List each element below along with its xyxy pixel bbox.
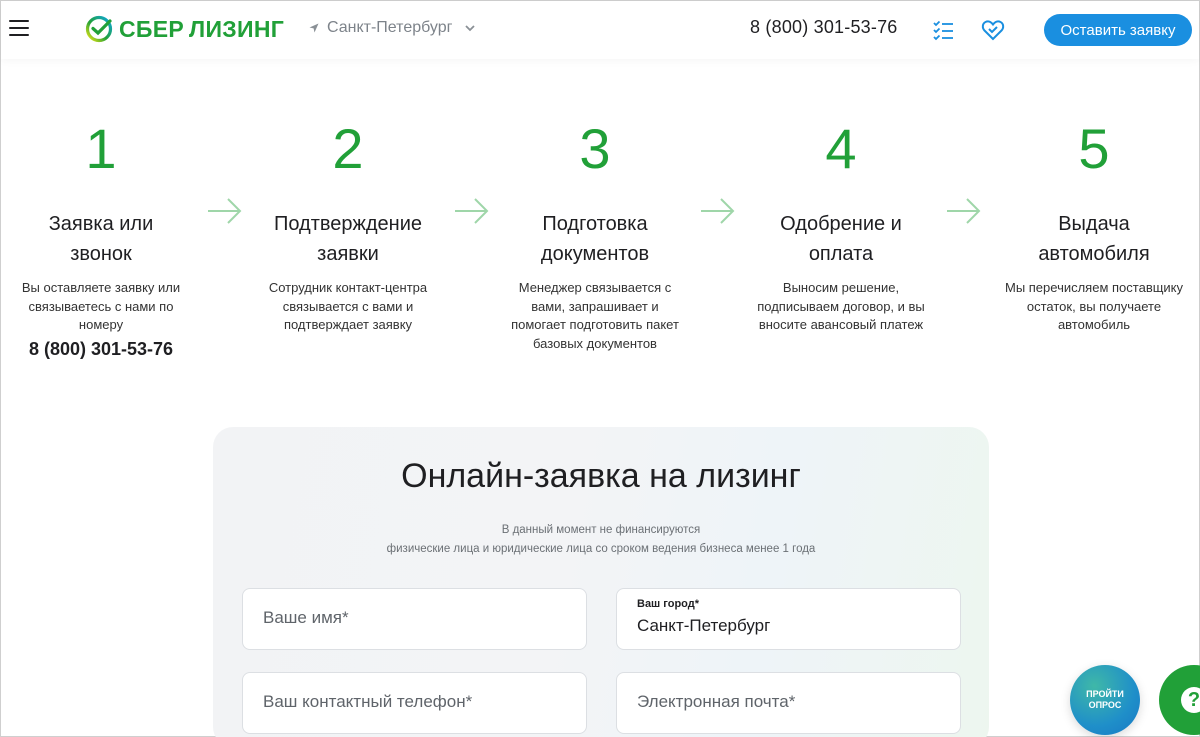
step-1: 1 Заявка или звонок Вы оставляете заявку … <box>1 59 201 360</box>
phone-field[interactable]: Ваш контактный телефон* <box>242 672 587 734</box>
arrow-right-icon <box>947 198 981 224</box>
arrow-right-icon <box>455 198 489 224</box>
step-title: Подготовка документов <box>540 213 650 265</box>
step-title: Подтверждение заявки <box>273 213 423 265</box>
step-number: 5 <box>1078 117 1110 180</box>
question-icon: ? <box>1181 687 1200 713</box>
submit-request-button[interactable]: Оставить заявку <box>1044 14 1192 46</box>
step-title: Одобрение и оплата <box>780 213 902 265</box>
city-field-value: Санкт-Петербург <box>637 616 771 635</box>
form-note: В данный момент не финансируются физическ… <box>386 524 816 555</box>
survey-button[interactable]: ПРОЙТИ ОПРОС <box>1070 665 1140 735</box>
phone-placeholder: Ваш контактный телефон* <box>263 692 473 711</box>
step-title: Выдача автомобиля <box>1038 213 1150 265</box>
step-2: 2 Подтверждение заявки Сотрудник контакт-… <box>248 59 448 335</box>
leasing-form-card: Онлайн-заявка на лизинг В данный момент … <box>213 427 989 737</box>
step-description: Выносим решение, подписываем договор, и в… <box>757 280 925 332</box>
step-3: 3 Подготовка документов Менеджер связывае… <box>495 59 695 353</box>
site-header: СБЕР ЛИЗИНГ Санкт-Петербург 8 (800) 301-5… <box>1 1 1199 59</box>
step-description: Вы оставляете заявку или связываетесь с н… <box>21 280 181 332</box>
email-placeholder: Электронная почта* <box>637 692 796 711</box>
step-description: Сотрудник контакт-центра связывается с ва… <box>268 280 428 332</box>
name-field[interactable]: Ваше имя* <box>242 588 587 650</box>
step-phone[interactable]: 8 (800) 301-53-76 <box>1 339 201 360</box>
leasing-steps: 1 Заявка или звонок Вы оставляете заявку … <box>1 59 1199 389</box>
compare-list-icon[interactable] <box>931 17 957 43</box>
step-4: 4 Одобрение и оплата Выносим решение, подп… <box>741 59 941 335</box>
step-5: 5 Выдача автомобиля Мы перечисляем постав… <box>994 59 1194 335</box>
city-name: Санкт-Петербург <box>327 19 453 36</box>
step-description: Мы перечисляем поставщику остаток, вы пол… <box>1004 280 1184 332</box>
step-number: 2 <box>332 117 364 180</box>
step-title: Заявка или звонок <box>48 213 154 265</box>
step-number: 3 <box>579 117 611 180</box>
header-phone[interactable]: 8 (800) 301-53-76 <box>750 17 898 38</box>
city-field[interactable]: Ваш город* Санкт-Петербург <box>616 588 961 650</box>
email-field[interactable]: Электронная почта* <box>616 672 961 734</box>
heart-icon[interactable] <box>980 17 1006 43</box>
city-selector[interactable]: Санкт-Петербург <box>309 19 476 37</box>
arrow-right-icon <box>208 198 242 224</box>
name-placeholder: Ваше имя* <box>263 608 349 627</box>
step-description: Менеджер связывается с вами, запрашивает … <box>511 280 679 351</box>
step-number: 4 <box>825 117 857 180</box>
step-number: 1 <box>85 117 117 180</box>
menu-icon[interactable] <box>9 20 29 36</box>
arrow-right-icon <box>701 198 735 224</box>
chevron-down-icon <box>465 25 476 32</box>
form-title: Онлайн-заявка на лизинг <box>401 457 801 495</box>
location-arrow-icon <box>309 23 319 33</box>
logo-text: СБЕР ЛИЗИНГ <box>119 15 285 42</box>
sber-logo-icon <box>85 15 113 43</box>
help-button[interactable]: ? <box>1159 665 1200 735</box>
city-field-label: Ваш город* <box>637 598 699 610</box>
logo[interactable]: СБЕР ЛИЗИНГ <box>85 15 284 43</box>
